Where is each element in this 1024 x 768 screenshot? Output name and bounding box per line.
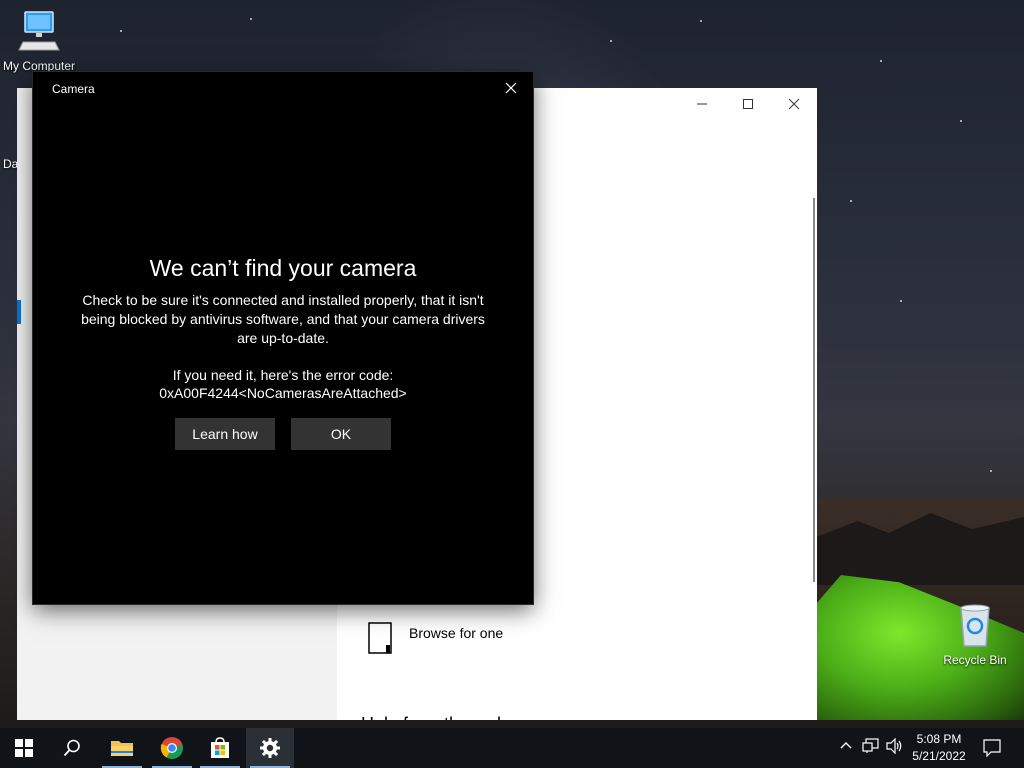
settings-icon [260,738,280,758]
desktop-icon-label: My Computer [2,59,76,73]
file-explorer-icon [111,741,133,756]
settings-button[interactable] [246,728,294,768]
search-button[interactable] [48,728,96,768]
learn-how-button[interactable]: Learn how [175,418,275,450]
error-code: 0xA00F4244<NoCamerasAreAttached> [159,385,407,401]
chrome-icon [160,737,183,759]
network-button[interactable] [862,738,880,757]
clock-date: 5/21/2022 [912,749,966,763]
taskbar-clock[interactable]: 5:08 PM 5/21/2022 [908,731,970,765]
volume-button[interactable] [886,737,904,757]
taskbar: 5:08 PM 5/21/2022 [0,728,1024,768]
notification-icon [983,739,1001,758]
computer-icon [18,11,60,51]
chrome-button[interactable] [148,728,196,768]
desktop-icon-my-computer[interactable]: My Computer [0,8,78,73]
dialog-close-button[interactable] [499,78,523,98]
error-intro: If you need it, here's the error code: [172,367,394,383]
start-icon [15,739,33,757]
minimize-button[interactable] [679,88,725,120]
desktop-icon-label: Recycle Bin [943,653,1007,667]
file-icon [368,622,392,654]
volume-icon [886,737,902,755]
nav-selected-indicator [17,300,21,324]
browse-for-one-label: Browse for one [409,625,504,641]
ok-button[interactable]: OK [291,418,391,450]
dialog-title: Camera [52,82,95,96]
browse-for-one-link[interactable]: Browse for one [367,621,503,655]
maximize-icon [743,99,753,109]
network-icon [862,738,879,753]
desktop-icon-recycle-bin[interactable]: Recycle Bin [940,602,1010,667]
close-icon [788,98,800,110]
dialog-message: Check to be sure it's connected and inst… [81,292,485,346]
start-button[interactable] [0,728,48,768]
clock-time: 5:08 PM [916,732,962,746]
camera-dialog: Camera We can’t find your camera Check t… [33,72,533,604]
minimize-icon [697,103,707,105]
dialog-heading: We can’t find your camera [149,255,417,281]
store-icon [211,737,229,758]
chevron-up-icon [840,742,852,749]
store-button[interactable] [196,728,244,768]
file-explorer-button[interactable] [98,728,146,768]
action-center-button[interactable] [983,739,1001,760]
recycle-bin-icon [960,604,990,647]
close-icon [505,82,517,94]
scrollbar[interactable] [813,198,815,582]
search-icon [63,739,80,757]
show-hidden-icons-button[interactable] [839,738,853,755]
maximize-button[interactable] [725,88,771,120]
window-close-button[interactable] [771,88,817,120]
help-from-web-heading: Help from the web [361,710,507,720]
